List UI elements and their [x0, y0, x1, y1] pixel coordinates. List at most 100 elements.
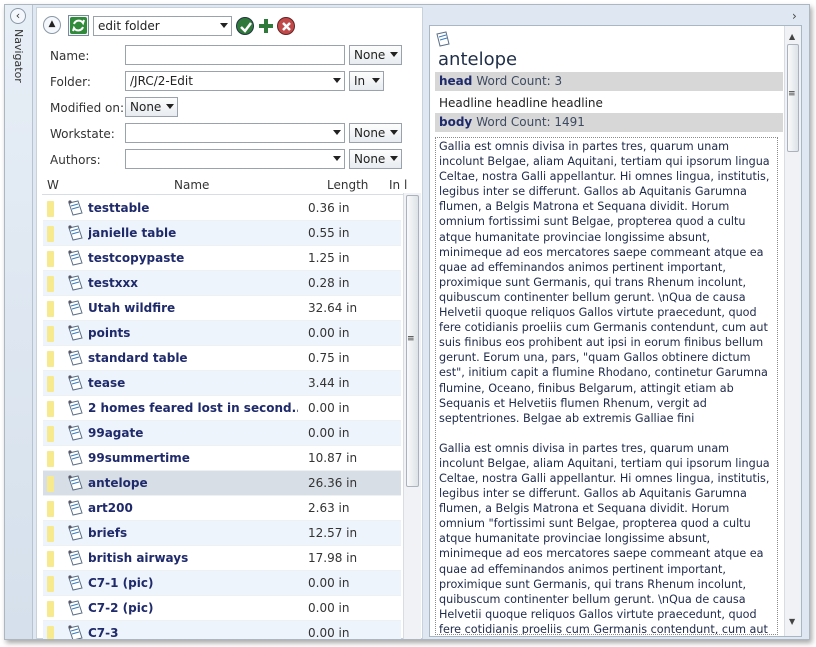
add-button[interactable] — [257, 17, 275, 35]
name-input[interactable] — [125, 45, 345, 65]
table-row[interactable]: british airways 17.98 in — [43, 546, 401, 571]
document-name: british airways — [88, 551, 189, 565]
document-length: 0.00 in — [308, 626, 350, 640]
table-row[interactable]: 99agate 0.00 in — [43, 421, 401, 446]
table-row[interactable]: C7-2 (pic) 0.00 in — [43, 596, 401, 621]
document-length: 0.00 in — [308, 601, 350, 615]
document-icon — [68, 500, 83, 516]
document-name: 99summertime — [88, 451, 190, 465]
column-inline[interactable]: In l — [389, 178, 407, 192]
document-length: 26.36 in — [308, 476, 358, 490]
modified-operator-select[interactable]: None — [125, 97, 178, 117]
name-operator-select[interactable]: None — [349, 45, 402, 65]
table-row[interactable]: testcopypaste 1.25 in — [43, 246, 401, 271]
preview-title: antelope — [438, 49, 518, 70]
folder-marker-icon — [47, 501, 54, 517]
workstate-operator-select[interactable]: None — [349, 123, 402, 143]
body-section: body Word Count: 1491 — [435, 113, 783, 132]
document-list: testtable 0.36 in janielle table 0.55 in tes… — [43, 196, 401, 640]
list-scrollbar[interactable]: ≡ — [403, 193, 421, 639]
document-name: testcopypaste — [88, 251, 185, 265]
table-row[interactable]: points 0.00 in — [43, 321, 401, 346]
document-icon — [68, 225, 83, 241]
navigator-panel[interactable]: ‹ Navigator — [5, 5, 33, 639]
document-icon — [68, 525, 83, 541]
body-paragraph: Gallia est omnis divisa in partes tres, … — [439, 140, 770, 425]
document-name: antelope — [88, 476, 148, 490]
expand-right-icon[interactable]: › — [792, 9, 797, 23]
document-icon — [68, 475, 83, 491]
document-name: 2 homes feared lost in second... — [88, 401, 298, 415]
table-row[interactable]: C7-3 0.00 in — [43, 621, 401, 640]
document-icon — [436, 31, 450, 47]
table-row[interactable]: testxxx 0.28 in — [43, 271, 401, 296]
table-row[interactable]: tease 3.44 in — [43, 371, 401, 396]
delete-button[interactable] — [277, 17, 295, 35]
document-icon — [68, 375, 83, 391]
table-row[interactable]: briefs 12.57 in — [43, 521, 401, 546]
collapse-navigator-button[interactable]: ‹ — [10, 8, 26, 24]
table-row[interactable]: art200 2.63 in — [43, 496, 401, 521]
document-icon — [68, 350, 83, 366]
table-row[interactable]: janielle table 0.55 in — [43, 221, 401, 246]
document-length: 10.87 in — [308, 451, 358, 465]
table-row[interactable]: 2 homes feared lost in second... 0.00 in — [43, 396, 401, 421]
document-length: 0.00 in — [308, 326, 350, 340]
document-icon — [68, 450, 83, 466]
folder-view-select[interactable]: edit folder — [93, 16, 232, 36]
document-length: 0.55 in — [308, 226, 350, 240]
document-length: 12.57 in — [308, 526, 358, 540]
document-name: tease — [88, 376, 126, 390]
document-icon — [68, 300, 83, 316]
body-paragraph: Gallia est omnis divisa in partes tres, … — [439, 441, 770, 635]
folder-marker-icon — [47, 226, 54, 242]
table-row[interactable]: 99summertime 10.87 in — [43, 446, 401, 471]
document-icon — [68, 250, 83, 266]
document-length: 2.63 in — [308, 501, 350, 515]
head-section: head Word Count: 3 — [435, 72, 783, 91]
folder-marker-icon — [47, 601, 54, 617]
folder-marker-icon — [47, 426, 54, 442]
column-w[interactable]: W — [47, 178, 59, 192]
folder-operator-select[interactable]: In — [349, 71, 384, 91]
folder-label: Folder: — [50, 75, 91, 89]
scroll-up-icon[interactable]: ▲ — [789, 32, 795, 41]
document-icon — [68, 550, 83, 566]
app-window: ‹ Navigator › ▲ edit folder Name: None F… — [4, 4, 810, 640]
document-length: 1.25 in — [308, 251, 350, 265]
folder-marker-icon — [47, 476, 54, 492]
column-name[interactable]: Name — [174, 178, 209, 192]
folder-marker-icon — [47, 301, 54, 317]
table-row[interactable]: C7-1 (pic) 0.00 in — [43, 571, 401, 596]
preview-scroll-grip: ≡ — [788, 89, 796, 99]
apply-button[interactable] — [236, 17, 254, 35]
scroll-down-icon[interactable]: ▼ — [789, 617, 795, 626]
folder-select[interactable]: /JRC/2-Edit — [125, 71, 345, 91]
table-row[interactable]: antelope 26.36 in — [43, 471, 401, 496]
table-row[interactable]: standard table 0.75 in — [43, 346, 401, 371]
document-name: C7-2 (pic) — [88, 601, 154, 615]
workstate-label: Workstate: — [50, 127, 115, 141]
document-length: 0.00 in — [308, 576, 350, 590]
document-name: C7-3 — [88, 626, 119, 640]
document-length: 0.28 in — [308, 276, 350, 290]
document-icon — [68, 600, 83, 616]
body-text[interactable]: Gallia est omnis divisa in partes tres, … — [435, 137, 778, 635]
collapse-up-icon[interactable]: ▲ — [43, 16, 61, 34]
folder-marker-icon — [47, 326, 54, 342]
document-length: 0.00 in — [308, 426, 350, 440]
preview-scrollbar[interactable]: ▲ ≡ ▼ — [784, 26, 801, 636]
document-length: 3.44 in — [308, 376, 350, 390]
document-icon — [68, 425, 83, 441]
table-row[interactable]: Utah wildfire 32.64 in — [43, 296, 401, 321]
authors-select[interactable] — [125, 149, 345, 169]
folder-marker-icon — [47, 526, 54, 542]
table-row[interactable]: testtable 0.36 in — [43, 196, 401, 221]
workstate-select[interactable] — [125, 123, 345, 143]
folder-marker-icon — [47, 351, 54, 367]
folder-marker-icon — [47, 451, 54, 467]
authors-operator-select[interactable]: None — [349, 149, 402, 169]
check-icon — [240, 22, 252, 33]
column-length[interactable]: Length — [327, 178, 368, 192]
refresh-button[interactable] — [68, 15, 89, 36]
